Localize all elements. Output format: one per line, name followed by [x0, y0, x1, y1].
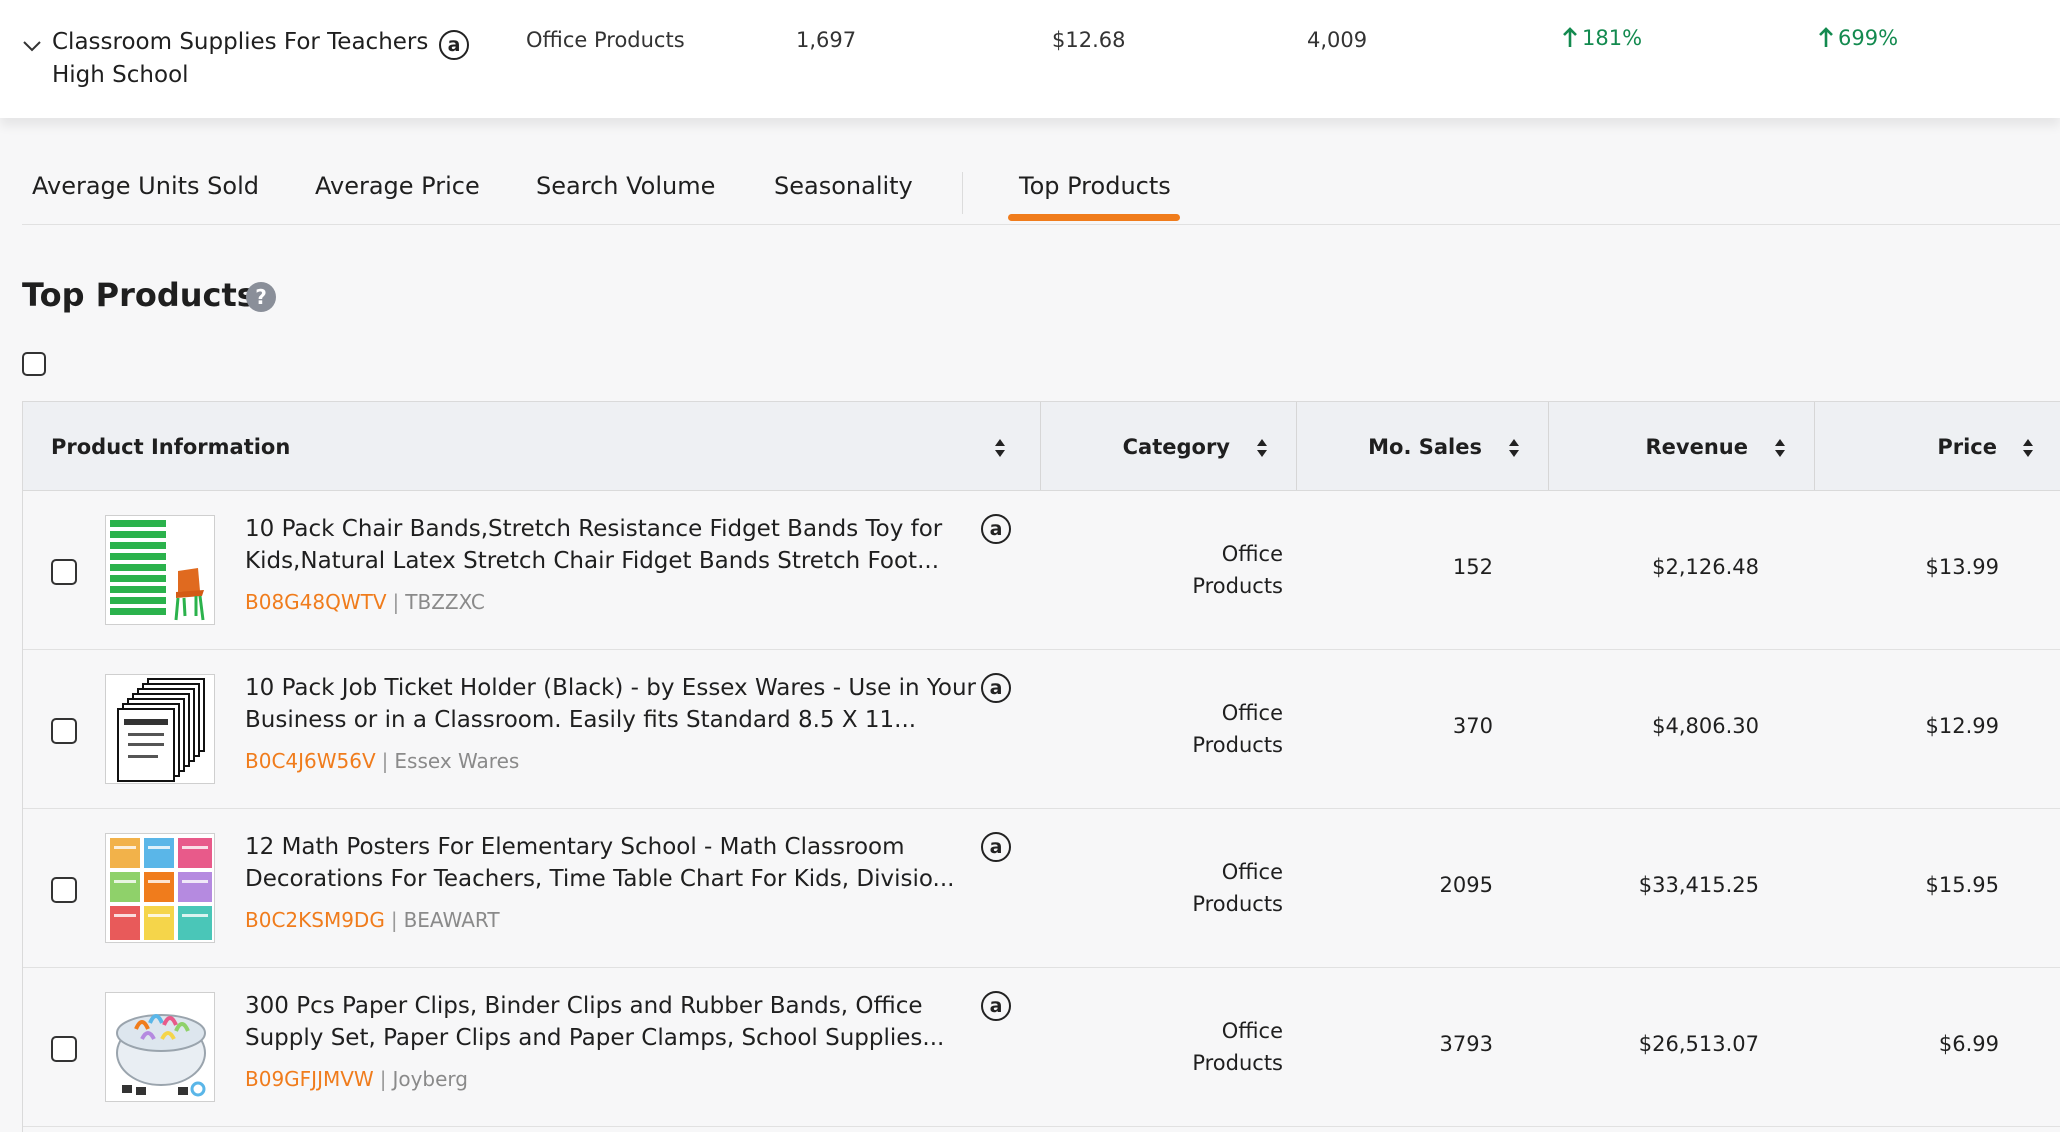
row-price: $12.99: [1925, 714, 1999, 738]
tab-average-units-sold[interactable]: Average Units Sold: [32, 172, 259, 200]
help-icon[interactable]: ?: [246, 282, 276, 312]
table-row[interactable]: 300 Pcs Paper Clips, Binder Clips and Ru…: [23, 968, 2060, 1127]
row-mo-sales: 2095: [1439, 873, 1493, 897]
table-row[interactable]: 10 Pack Chair Bands,Stretch Resistance F…: [23, 491, 2060, 650]
sort-icon[interactable]: [1507, 436, 1521, 460]
row-revenue: $33,415.25: [1638, 873, 1759, 897]
sort-icon[interactable]: [1773, 436, 1787, 460]
keyword-search-volume: 1,697: [796, 28, 857, 52]
row-revenue: $26,513.07: [1638, 1032, 1759, 1056]
row-price: $15.95: [1925, 873, 1999, 897]
table-header: Product Information Category Mo. Sales R…: [23, 401, 2060, 491]
row-category: Office Products: [1192, 701, 1283, 757]
row-category: Office Products: [1192, 542, 1283, 598]
brand-name: BEAWART: [403, 908, 500, 932]
amazon-icon[interactable]: a: [981, 514, 1011, 544]
table-row[interactable]: 10 Pack Job Ticket Holder (Black) - by E…: [23, 650, 2060, 809]
tab-search-volume[interactable]: Search Volume: [536, 172, 715, 200]
asin-brand-line: B0C2KSM9DG | BEAWART: [245, 908, 500, 932]
row-revenue: $2,126.48: [1652, 555, 1759, 579]
keyword-avg-price: $12.68: [1052, 28, 1126, 52]
amazon-icon[interactable]: a: [981, 673, 1011, 703]
arrow-up-icon: [1819, 27, 1833, 47]
asin-link[interactable]: B0C2KSM9DG: [245, 908, 385, 932]
tab-average-price[interactable]: Average Price: [315, 172, 480, 200]
top-products-table: Product Information Category Mo. Sales R…: [22, 401, 2060, 1132]
product-title[interactable]: 10 Pack Chair Bands,Stretch Resistance F…: [245, 513, 985, 577]
row-category: Office Products: [1192, 860, 1283, 916]
trend-up-1: 181%: [1562, 26, 1642, 50]
product-thumbnail[interactable]: [105, 833, 215, 943]
detail-tabs: Average Units Sold Average Price Search …: [22, 160, 2060, 225]
column-category[interactable]: Category: [1041, 402, 1297, 490]
tab-seasonality[interactable]: Seasonality: [774, 172, 913, 200]
row-checkbox[interactable]: [51, 1036, 77, 1062]
column-mo-sales[interactable]: Mo. Sales: [1297, 402, 1549, 490]
brand-name: Essex Wares: [394, 749, 520, 773]
row-category: Office Products: [1192, 1019, 1283, 1075]
product-thumbnail[interactable]: [105, 992, 215, 1102]
row-mo-sales: 152: [1452, 555, 1493, 579]
chevron-down-icon[interactable]: [20, 34, 44, 58]
asin-link[interactable]: B08G48QWTV: [245, 590, 387, 614]
product-title[interactable]: 10 Pack Job Ticket Holder (Black) - by E…: [245, 672, 985, 736]
product-thumbnail[interactable]: [105, 515, 215, 625]
row-price: $6.99: [1938, 1032, 1999, 1056]
active-tab-indicator: [1008, 214, 1180, 221]
amazon-icon[interactable]: a: [981, 991, 1011, 1021]
tab-divider: [962, 172, 963, 214]
amazon-icon: a: [439, 30, 469, 60]
keyword-summary-row[interactable]: Classroom Supplies For Teachers High Sch…: [0, 0, 2060, 118]
sort-icon[interactable]: [1255, 436, 1269, 460]
row-mo-sales: 3793: [1439, 1032, 1493, 1056]
amazon-icon[interactable]: a: [981, 832, 1011, 862]
select-all-checkbox[interactable]: [22, 352, 46, 376]
keyword-title: Classroom Supplies For Teachers High Sch…: [52, 26, 469, 92]
asin-link[interactable]: B0C4J6W56V: [245, 749, 376, 773]
row-checkbox[interactable]: [51, 559, 77, 585]
product-title[interactable]: 12 Math Posters For Elementary School - …: [245, 831, 985, 895]
sort-icon[interactable]: [993, 436, 1007, 460]
row-checkbox[interactable]: [51, 877, 77, 903]
row-mo-sales: 370: [1452, 714, 1493, 738]
table-row[interactable]: 12 Math Posters For Elementary School - …: [23, 809, 2060, 968]
keyword-units: 4,009: [1307, 28, 1368, 52]
product-title[interactable]: 300 Pcs Paper Clips, Binder Clips and Ru…: [245, 990, 985, 1054]
sort-icon[interactable]: [2021, 436, 2035, 460]
green-chair-bands-image: [106, 516, 214, 624]
column-price[interactable]: Price: [1815, 402, 2060, 490]
trend-up-2: 699%: [1818, 26, 1898, 50]
column-revenue[interactable]: Revenue: [1549, 402, 1815, 490]
brand-name: TBZZXC: [405, 590, 485, 614]
keyword-category: Office Products: [526, 28, 685, 52]
tab-top-products[interactable]: Top Products: [1019, 172, 1171, 200]
row-revenue: $4,806.30: [1652, 714, 1759, 738]
product-thumbnail[interactable]: [105, 674, 215, 784]
asin-brand-line: B09GFJJMVW | Joyberg: [245, 1067, 468, 1091]
asin-brand-line: B0C4J6W56V | Essex Wares: [245, 749, 520, 773]
brand-name: Joyberg: [392, 1067, 468, 1091]
row-checkbox[interactable]: [51, 718, 77, 744]
job-ticket-holder-image: [106, 675, 214, 783]
section-title: Top Products: [22, 276, 256, 314]
arrow-up-icon: [1563, 27, 1577, 47]
asin-link[interactable]: B09GFJJMVW: [245, 1067, 374, 1091]
column-product-information[interactable]: Product Information: [23, 402, 1041, 490]
math-posters-image: [106, 834, 214, 942]
row-price: $13.99: [1925, 555, 1999, 579]
asin-brand-line: B08G48QWTV | TBZZXC: [245, 590, 485, 614]
paper-clips-image: [106, 993, 214, 1101]
